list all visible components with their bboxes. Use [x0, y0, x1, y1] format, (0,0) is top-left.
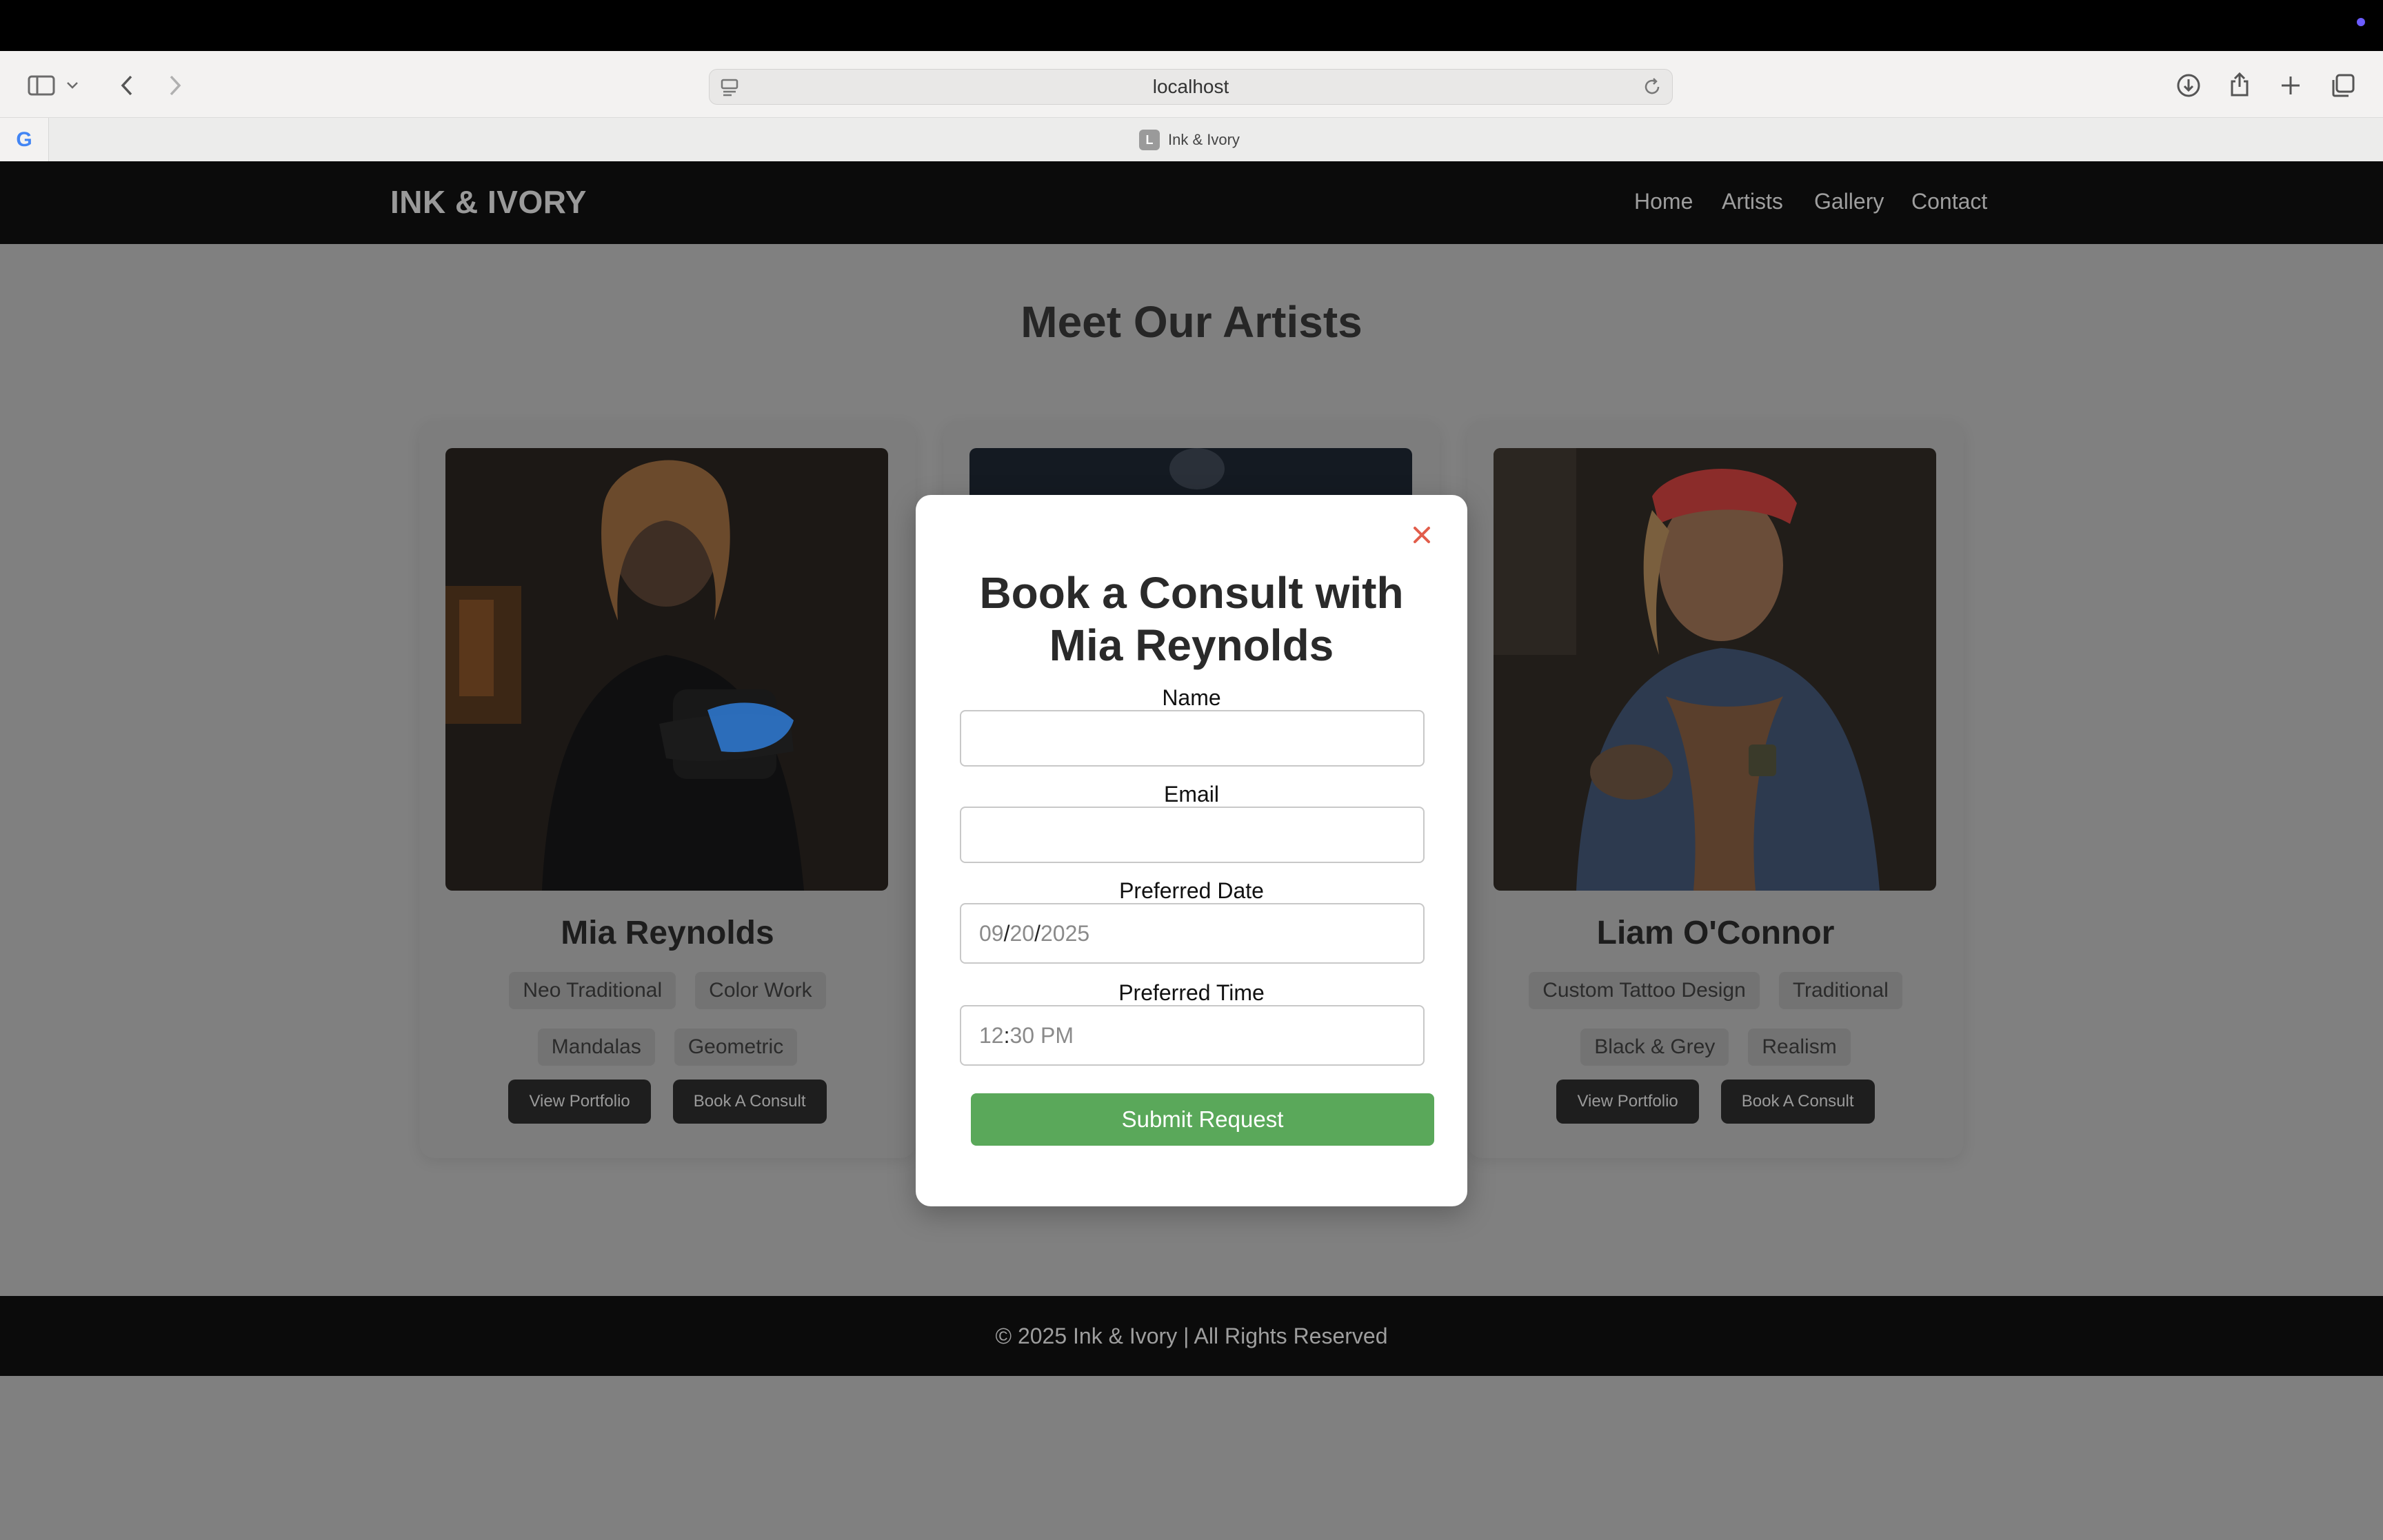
page-title: Meet Our Artists [1020, 297, 1363, 347]
artist-photo [1494, 448, 1936, 891]
artist-photo [445, 448, 888, 891]
nav-artists[interactable]: Artists [1722, 189, 1783, 214]
site-logo[interactable]: INK & IVORY [390, 183, 587, 221]
sidebar-toggle-icon[interactable] [22, 66, 61, 105]
book-consult-button[interactable]: Book A Consult [672, 1080, 827, 1124]
name-field[interactable] [960, 710, 1425, 767]
view-portfolio-button[interactable]: View Portfolio [1556, 1080, 1699, 1124]
tab-overview-icon[interactable] [2324, 66, 2362, 105]
tab-bar: G L Ink & Ivory [0, 117, 2383, 162]
specialty-tags: Neo Traditional Color Work Mandalas Geom… [433, 972, 902, 1066]
date-field[interactable]: 09/20/2025 [960, 903, 1425, 964]
time-minute[interactable]: 30 [1009, 1023, 1034, 1048]
time-field[interactable]: 12:30 PM [960, 1005, 1425, 1066]
back-icon[interactable] [108, 66, 146, 105]
modal-title-line: Book a Consult with [979, 568, 1404, 618]
chevron-down-icon[interactable] [62, 66, 83, 105]
view-portfolio-button[interactable]: View Portfolio [508, 1080, 651, 1124]
menu-bar [0, 0, 2383, 51]
forward-icon[interactable] [156, 66, 194, 105]
card-actions: View Portfolio Book A Consult [419, 1080, 916, 1124]
downloads-icon[interactable] [2169, 66, 2208, 105]
close-icon[interactable] [1409, 523, 1434, 547]
google-icon: G [16, 128, 32, 151]
artist-name: Mia Reynolds [561, 915, 774, 951]
email-field[interactable] [960, 807, 1425, 863]
specialty-tag: Black & Grey [1580, 1029, 1729, 1066]
artist-card: Liam O'Connor Custom Tattoo Design Tradi… [1467, 421, 1964, 1158]
pinned-tab-google[interactable]: G [0, 118, 49, 162]
specialty-tag: Custom Tattoo Design [1529, 972, 1760, 1009]
address-bar[interactable]: localhost [709, 69, 1673, 105]
site-footer: © 2025 Ink & Ivory | All Rights Reserved [0, 1296, 2383, 1376]
new-tab-icon[interactable] [2271, 66, 2310, 105]
date-label: Preferred Date [1119, 878, 1264, 903]
specialty-tag: Geometric [674, 1029, 798, 1066]
specialty-tag: Realism [1748, 1029, 1851, 1066]
artist-name: Liam O'Connor [1596, 915, 1835, 951]
nav-home[interactable]: Home [1634, 189, 1693, 214]
url-text: localhost [1152, 76, 1229, 97]
specialty-tag: Traditional [1778, 972, 1902, 1009]
specialty-tag: Mandalas [537, 1029, 655, 1066]
reload-icon[interactable] [1642, 77, 1662, 101]
name-label: Name [1162, 685, 1221, 710]
date-year[interactable]: 2025 [1040, 921, 1089, 946]
site-header: INK & IVORY Home Artists Gallery Contact [0, 161, 2383, 244]
nav-gallery[interactable]: Gallery [1814, 189, 1884, 214]
status-dot-icon [2357, 18, 2365, 26]
specialty-tag: Neo Traditional [509, 972, 676, 1009]
tab-label: Ink & Ivory [1168, 131, 1240, 148]
date-month[interactable]: 09 [979, 921, 1004, 946]
specialty-tags: Custom Tattoo Design Traditional Black &… [1481, 972, 1950, 1066]
email-label: Email [1163, 782, 1219, 807]
share-icon[interactable] [2220, 65, 2259, 103]
artist-card: Mia Reynolds Neo Traditional Color Work … [419, 421, 916, 1158]
nav-contact[interactable]: Contact [1911, 189, 1987, 214]
card-actions: View Portfolio Book A Consult [1467, 1080, 1964, 1124]
specialty-tag: Color Work [695, 972, 826, 1009]
date-day[interactable]: 20 [1009, 921, 1034, 946]
tab-favicon-icon: L [1139, 130, 1160, 150]
book-consult-button[interactable]: Book A Consult [1720, 1080, 1875, 1124]
time-label: Preferred Time [1118, 980, 1265, 1005]
browser-chrome: localhost G L Ink & Ivory [0, 51, 2383, 162]
copyright-text: © 2025 Ink & Ivory | All Rights Reserved [995, 1323, 1388, 1348]
time-ampm[interactable]: PM [1040, 1023, 1074, 1048]
modal-title: Book a Consult with Mia Reynolds [957, 567, 1426, 671]
modal-title-artist: Mia Reynolds [1049, 620, 1334, 670]
consult-modal: Book a Consult with Mia Reynolds Name Em… [916, 495, 1467, 1206]
time-hour[interactable]: 12 [979, 1023, 1004, 1048]
tab-ink-ivory[interactable]: L Ink & Ivory [1139, 118, 1240, 162]
submit-request-button[interactable]: Submit Request [971, 1093, 1434, 1146]
